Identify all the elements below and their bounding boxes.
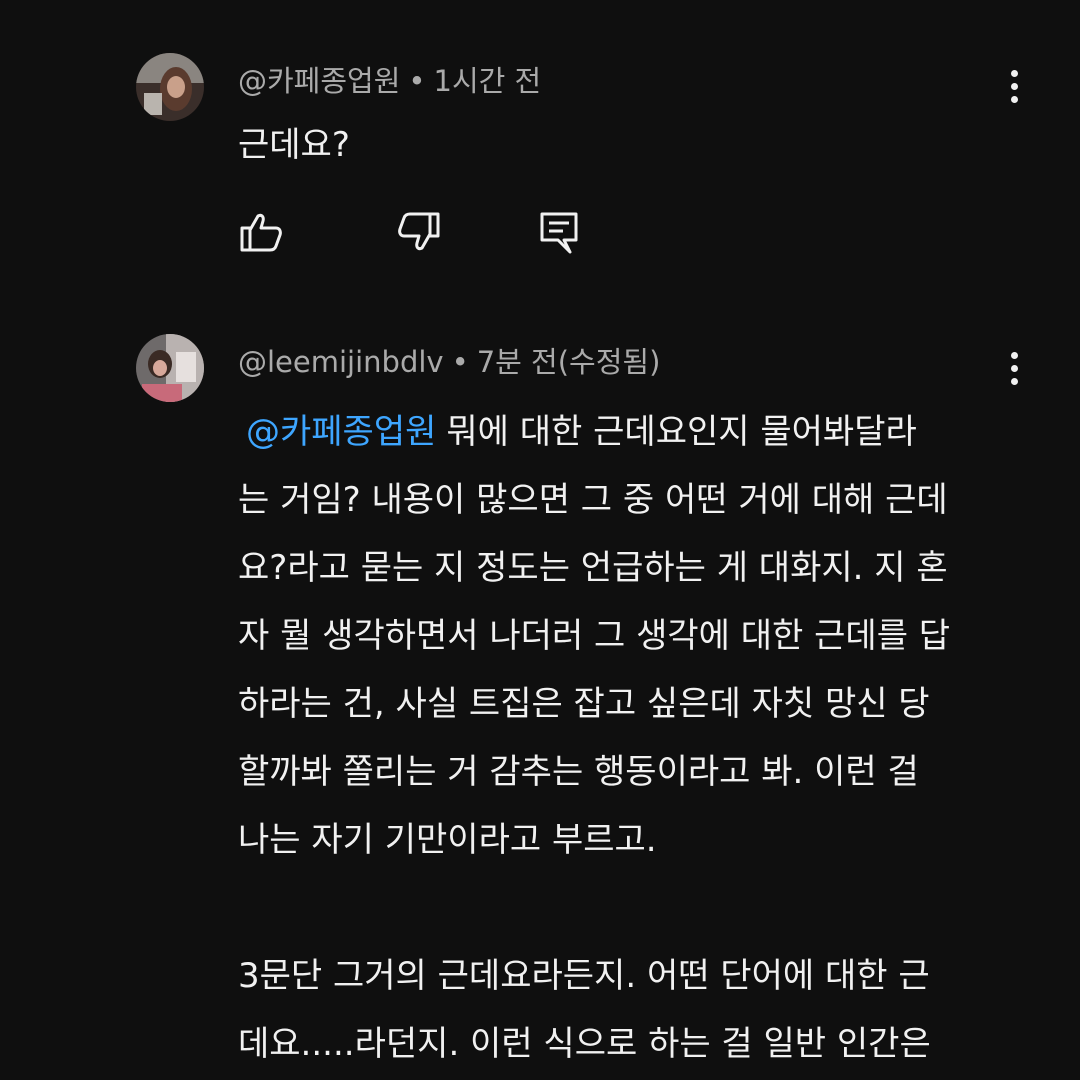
more-vert-icon[interactable]: [996, 61, 1032, 111]
comment-line: 는 거임? 내용이 많으면 그 중 어떤 거에 대해 근데: [238, 480, 948, 520]
mention-link[interactable]: @카페종업원: [246, 412, 436, 452]
comment-text: 근데요?: [238, 125, 350, 165]
comment-line: 할까봐 쫄리는 거 감추는 행동이라고 봐. 이런 걸: [238, 752, 919, 792]
reply-icon[interactable]: [536, 208, 584, 256]
comment-line: 자 뭘 생각하면서 나더러 그 생각에 대한 근데를 답: [238, 616, 951, 656]
comment-line: 나는 자기 기만이라고 부르고.: [238, 820, 657, 860]
comment-author[interactable]: @leemijinbdlv: [238, 345, 444, 379]
comment-line: 데요.....라던지. 이런 식으로 하는 걸 일반 인간은: [238, 1024, 931, 1064]
comment-time[interactable]: 1시간 전: [434, 64, 542, 98]
comment-line: 3문단 그거의 근데요라든지. 어떤 단어에 대한 근: [238, 956, 930, 996]
comment-author[interactable]: @카페종업원: [238, 64, 400, 98]
comment-meta: @leemijinbdlv • 7분 전(수정됨): [238, 339, 660, 381]
comment-meta: @카페종업원 • 1시간 전: [238, 58, 541, 100]
thumbs-up-icon[interactable]: [238, 208, 286, 256]
comment-body: @카페종업원 뭐에 대한 근데요인지 물어봐달라 는 거임? 내용이 많으면 그 …: [238, 398, 1038, 1078]
avatar[interactable]: [136, 334, 204, 402]
comment-actions: [238, 208, 598, 258]
avatar[interactable]: [136, 53, 204, 121]
more-vert-icon[interactable]: [996, 343, 1032, 393]
comment-time[interactable]: 7분 전(수정됨): [477, 345, 661, 379]
thumbs-down-icon[interactable]: [394, 208, 442, 256]
comment-line: 하라는 건, 사실 트집은 잡고 싶은데 자칫 망신 당: [238, 684, 930, 724]
separator-dot: •: [451, 345, 469, 379]
separator-dot: •: [408, 64, 426, 98]
comment-line: 요?라고 묻는 지 정도는 언급하는 게 대화지. 지 혼: [238, 548, 948, 588]
comment-line: 뭐에 대한 근데요인지 물어봐달라: [446, 412, 917, 452]
